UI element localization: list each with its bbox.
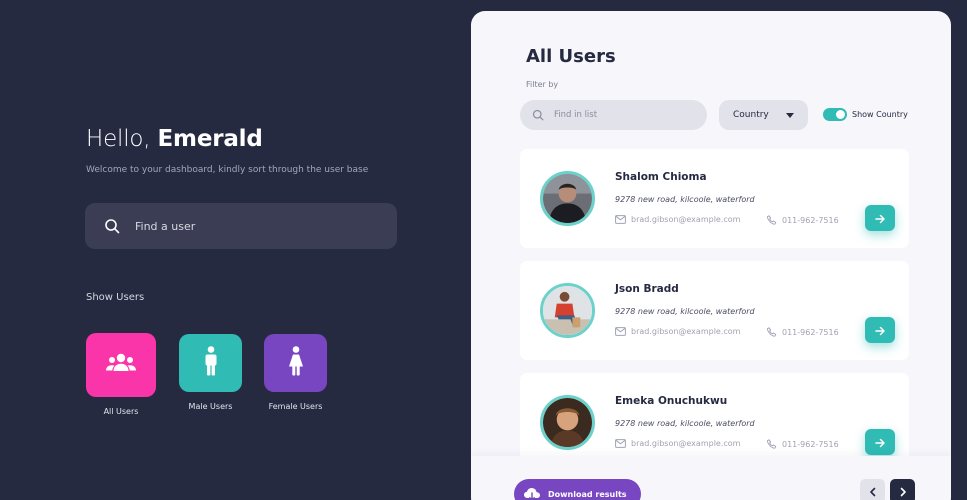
caret-down-icon xyxy=(786,112,794,118)
user-name: Json Bradd xyxy=(615,283,679,295)
male-users-button[interactable] xyxy=(179,334,242,392)
toggle-knob xyxy=(836,110,845,119)
users-group-icon xyxy=(105,351,137,379)
arrow-right-icon xyxy=(875,209,885,228)
panel-title: All Users xyxy=(526,46,616,67)
phone-icon xyxy=(767,439,777,449)
find-in-list-placeholder: Find in list xyxy=(554,110,598,120)
user-email: brad.gibson@example.com xyxy=(615,439,740,448)
user-email: brad.gibson@example.com xyxy=(615,327,740,336)
show-country-toggle-group[interactable]: Show Country xyxy=(823,108,908,121)
phone-icon xyxy=(767,215,777,225)
left-pane: Hello, Emerald Welcome to your dashboard… xyxy=(0,0,470,500)
user-email-text: brad.gibson@example.com xyxy=(631,215,741,224)
prev-page-button[interactable] xyxy=(860,479,885,500)
user-email: brad.gibson@example.com xyxy=(615,215,740,224)
greeting-hello: Hello, xyxy=(86,126,151,152)
greeting: Hello, Emerald xyxy=(86,126,263,152)
view-user-button[interactable] xyxy=(865,205,895,231)
user-name: Emeka Onuchukwu xyxy=(615,395,728,407)
chevron-left-icon xyxy=(869,482,877,500)
user-search-placeholder: Find a user xyxy=(135,219,196,233)
country-dropdown[interactable]: Country xyxy=(719,100,808,130)
user-phone: 011-962-7516 xyxy=(767,439,839,449)
user-address: 9278 new road, kilcoole, waterford xyxy=(615,307,755,316)
user-card: Shalom Chioma 9278 new road, kilcoole, w… xyxy=(520,149,909,248)
cloud-download-icon xyxy=(523,487,541,500)
show-users-heading: Show Users xyxy=(86,292,145,303)
mail-icon xyxy=(615,327,626,336)
all-users-button[interactable] xyxy=(86,333,156,397)
find-in-list-input[interactable]: Find in list xyxy=(520,100,707,130)
male-users-tile[interactable]: Male Users xyxy=(179,334,242,411)
chevron-right-icon xyxy=(899,482,907,500)
user-search-input[interactable]: Find a user xyxy=(85,203,397,249)
show-country-label: Show Country xyxy=(852,110,908,119)
download-results-button[interactable]: Download results xyxy=(514,479,641,500)
user-phone-text: 011-962-7516 xyxy=(782,215,839,225)
mail-icon xyxy=(615,215,626,224)
greeting-name: Emerald xyxy=(157,126,263,152)
view-user-button[interactable] xyxy=(865,429,895,455)
arrow-right-icon xyxy=(875,321,885,340)
male-users-label: Male Users xyxy=(188,402,233,411)
mail-icon xyxy=(615,439,626,448)
filter-by-label: Filter by xyxy=(526,80,559,89)
user-email-text: brad.gibson@example.com xyxy=(631,327,741,336)
country-dropdown-label: Country xyxy=(733,110,769,120)
users-panel: All Users Filter by Find in list Country… xyxy=(471,11,951,500)
female-users-label: Female Users xyxy=(268,402,323,411)
user-phone-text: 011-962-7516 xyxy=(782,327,839,337)
user-address: 9278 new road, kilcoole, waterford xyxy=(615,195,755,204)
download-results-label: Download results xyxy=(548,489,627,499)
user-card: Json Bradd 9278 new road, kilcoole, wate… xyxy=(520,261,909,360)
panel-footer: Download results xyxy=(471,456,951,500)
female-users-button[interactable] xyxy=(264,334,327,392)
welcome-text: Welcome to your dashboard, kindly sort t… xyxy=(86,165,369,175)
phone-icon xyxy=(767,327,777,337)
male-icon xyxy=(204,346,218,380)
search-icon xyxy=(532,109,544,121)
avatar xyxy=(540,395,595,450)
search-icon xyxy=(103,217,121,235)
show-country-toggle[interactable] xyxy=(823,108,847,121)
user-address: 9278 new road, kilcoole, waterford xyxy=(615,419,755,428)
avatar xyxy=(540,283,595,338)
user-phone: 011-962-7516 xyxy=(767,215,839,225)
next-page-button[interactable] xyxy=(890,479,915,500)
user-name: Shalom Chioma xyxy=(615,171,707,183)
arrow-right-icon xyxy=(875,433,885,452)
female-users-tile[interactable]: Female Users xyxy=(264,334,327,411)
all-users-label: All Users xyxy=(103,407,139,416)
user-email-text: brad.gibson@example.com xyxy=(631,439,741,448)
user-phone-text: 011-962-7516 xyxy=(782,439,839,449)
view-user-button[interactable] xyxy=(865,317,895,343)
avatar xyxy=(540,171,595,226)
user-phone: 011-962-7516 xyxy=(767,327,839,337)
all-users-tile[interactable]: All Users xyxy=(86,333,156,416)
female-icon xyxy=(288,346,304,380)
